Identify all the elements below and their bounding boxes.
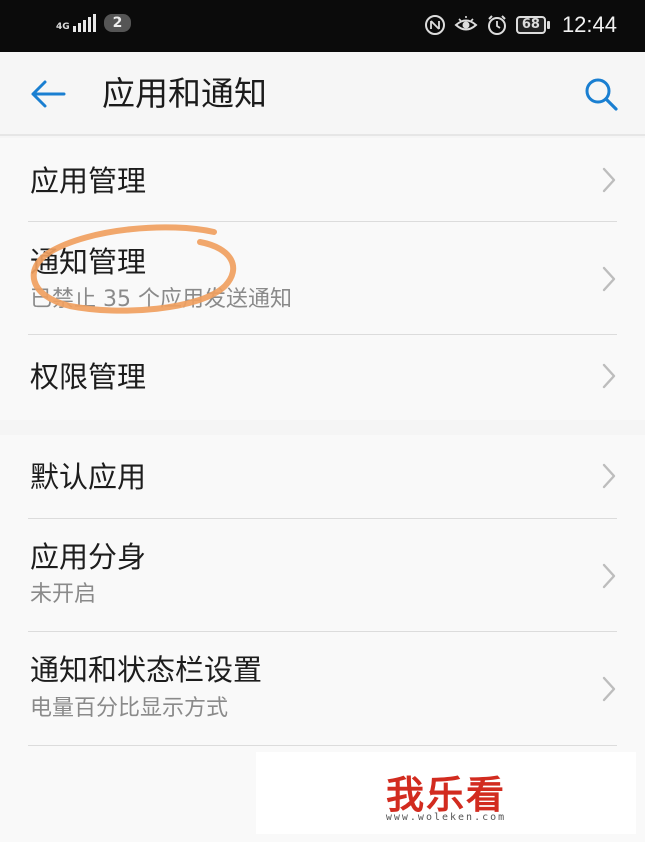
item-subtitle: 已禁止 35 个应用发送通知 — [30, 287, 292, 312]
watermark-url: www.woleken.com — [385, 812, 507, 823]
eye-icon — [454, 16, 478, 31]
item-title: 权限管理 — [30, 360, 147, 394]
chevron-right-icon — [602, 563, 616, 589]
nfc-icon — [424, 15, 445, 35]
item-title: 默认应用 — [30, 460, 147, 494]
signal-icon — [72, 14, 96, 32]
item-title: 应用分身 — [30, 540, 147, 574]
list-item-permission-management[interactable]: 权限管理 — [0, 335, 645, 420]
settings-group-primary: 应用管理 通知管理 已禁止 35 个应用发送通知 权限管理 — [0, 138, 645, 420]
watermark: 我乐看 www.woleken.com — [256, 752, 636, 834]
item-title: 通知和状态栏设置 — [30, 653, 263, 687]
status-bar: 4G 2 68 12:44 — [0, 0, 645, 52]
status-right: 68 12:44 — [424, 12, 617, 38]
battery-icon: 68 — [515, 16, 550, 34]
sim-badge: 2 — [103, 14, 132, 32]
list-item-default-apps[interactable]: 默认应用 — [0, 435, 645, 519]
page-title: 应用和通知 — [102, 74, 267, 113]
network-type: 4G — [56, 22, 70, 32]
chevron-right-icon — [602, 167, 616, 193]
item-subtitle: 电量百分比显示方式 — [30, 696, 229, 721]
item-subtitle: 未开启 — [30, 582, 97, 607]
list-item-app-twin[interactable]: 应用分身 未开启 — [0, 519, 645, 632]
search-button[interactable] — [577, 72, 625, 116]
search-icon — [585, 78, 618, 111]
chevron-right-icon — [602, 463, 616, 489]
chevron-right-icon — [602, 266, 616, 292]
alarm-icon — [487, 15, 506, 35]
clock: 12:44 — [561, 12, 617, 37]
chevron-right-icon — [602, 363, 616, 389]
list-item-notification-management[interactable]: 通知管理 已禁止 35 个应用发送通知 — [0, 222, 645, 335]
list-item-notification-statusbar-settings[interactable]: 通知和状态栏设置 电量百分比显示方式 — [0, 632, 645, 746]
item-title: 通知管理 — [30, 245, 147, 279]
status-left: 4G 2 — [56, 14, 132, 32]
watermark-logo: 我乐看 — [385, 773, 506, 817]
chevron-right-icon — [602, 676, 616, 702]
item-title: 应用管理 — [30, 164, 147, 198]
app-bar: 应用和通知 — [0, 52, 645, 136]
back-button[interactable] — [24, 74, 72, 114]
battery-level: 68 — [515, 16, 546, 34]
arrow-left-icon — [31, 80, 66, 108]
list-item-app-management[interactable]: 应用管理 — [0, 138, 645, 222]
